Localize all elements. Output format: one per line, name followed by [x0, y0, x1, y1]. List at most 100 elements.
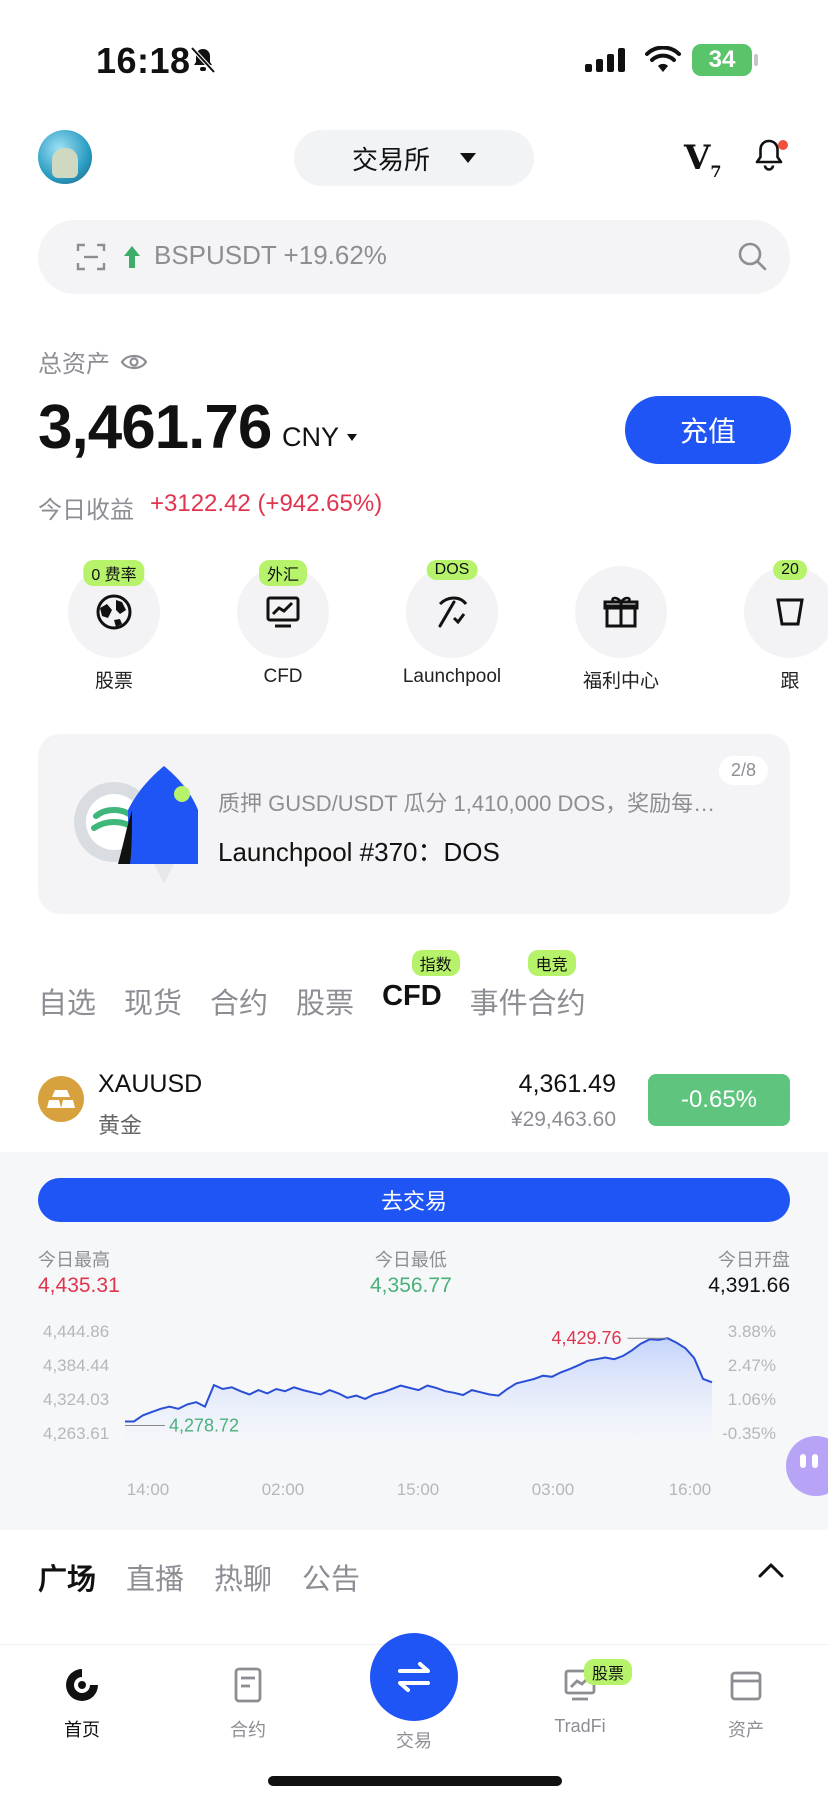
stat-low-value: 4,356.77 [370, 1274, 452, 1297]
quick-action-rewards[interactable]: 福利中心 [575, 566, 667, 696]
battery-level: 34 [708, 46, 736, 73]
stat-high: 今日最高 4,435.31 [38, 1246, 120, 1298]
tab-stocks[interactable]: 股票 [296, 980, 354, 1022]
caret-down-icon [460, 153, 476, 163]
gold-bar-icon [38, 1076, 84, 1122]
nav-label: 合约 [230, 1720, 266, 1740]
chevron-up-icon[interactable] [756, 1560, 786, 1580]
tab-cfd-label: CFD [382, 980, 442, 1012]
vip-label: V [684, 138, 711, 178]
stat-open-value: 4,391.66 [708, 1274, 790, 1297]
total-assets-label: 总资产 [38, 344, 148, 379]
tab-spot[interactable]: 现货 [124, 980, 182, 1022]
quick-action-badge: 0 费率 [83, 560, 145, 586]
tab-event-label: 事件合约 [469, 988, 586, 1020]
search-icon[interactable] [736, 240, 768, 272]
chat-bubble-button[interactable] [786, 1436, 828, 1496]
nav-label: TradFi [554, 1716, 606, 1736]
trend-up-icon [124, 246, 140, 268]
x-tick-label: 02:00 [262, 1480, 305, 1499]
x-tick-label: 16:00 [669, 1480, 712, 1499]
nav-trade[interactable]: 交易 [354, 1633, 474, 1753]
nav-badge: 股票 [584, 1659, 633, 1685]
ticker-price: 4,361.49 [518, 1070, 616, 1098]
currency-selector[interactable]: CNY [282, 422, 358, 453]
scan-icon[interactable] [76, 242, 106, 272]
tab-cfd[interactable]: CFD 指数 [382, 950, 460, 1022]
today-pnl-label: 今日收益 [38, 497, 134, 524]
total-assets-value: 3,461.76 [38, 393, 272, 462]
nav-label: 资产 [728, 1720, 764, 1740]
tab-event-contracts[interactable]: 事件合约 电竞 [469, 950, 586, 1022]
currency-label: CNY [282, 422, 340, 452]
swap-icon [398, 1662, 430, 1692]
nav-futures[interactable]: 合约 [188, 1665, 308, 1742]
nav-home[interactable]: 首页 [22, 1665, 142, 1742]
tab-square[interactable]: 广场 [38, 1556, 96, 1598]
gift-icon [603, 596, 639, 628]
assets-label-text: 总资产 [38, 351, 110, 378]
quick-action-launchpool[interactable]: DOS Launchpool [403, 560, 501, 696]
ticker-name: 黄金 [98, 1113, 143, 1138]
nav-label: 交易 [396, 1731, 432, 1751]
quick-action-label: 福利中心 [582, 671, 659, 692]
stat-high-label: 今日最高 [38, 1250, 110, 1270]
bell-off-icon [190, 46, 216, 74]
change-badge[interactable]: -0.65% [648, 1074, 790, 1126]
quick-action-label: Launchpool [402, 666, 502, 687]
go-trade-button[interactable]: 去交易 [38, 1178, 790, 1222]
battery-indicator: 34 [692, 44, 752, 76]
stat-low: 今日最低 4,356.77 [370, 1246, 452, 1298]
globe-icon [96, 594, 132, 630]
trade-fab[interactable] [370, 1633, 458, 1721]
y-tick-label: 4,324.03 [43, 1390, 109, 1409]
y-tick-label-right: 1.06% [728, 1390, 776, 1409]
tab-favorites[interactable]: 自选 [38, 980, 96, 1022]
eye-icon[interactable] [120, 352, 148, 372]
wallet-icon [730, 1671, 762, 1701]
tab-live[interactable]: 直播 [126, 1556, 184, 1598]
nav-assets[interactable]: 资产 [686, 1665, 806, 1742]
nav-tradfi[interactable]: 股票 TradFi [520, 1659, 640, 1737]
tab-badge: 电竞 [527, 950, 576, 976]
quick-action-label: CFD [263, 666, 303, 687]
chat-bubble-icon [800, 1454, 818, 1468]
copy-trade-icon [776, 598, 804, 626]
launchpool-banner[interactable]: 质押 GUSD/USDT 瓜分 1,410,000 DOS，奖励每… Launc… [38, 734, 790, 914]
x-tick-label: 15:00 [397, 1480, 440, 1499]
stat-open-label: 今日开盘 [718, 1250, 790, 1270]
vip-level: 7 [710, 161, 722, 181]
min-annotation: 4,278.72 [169, 1416, 239, 1436]
tab-announcements[interactable]: 公告 [302, 1556, 360, 1598]
ticker-symbol[interactable]: XAUUSD [98, 1070, 202, 1099]
y-tick-label-right: -0.35% [722, 1424, 776, 1443]
exchange-switcher[interactable]: 交易所 [294, 130, 534, 186]
quick-action-cfd[interactable]: 外汇 CFD [237, 560, 329, 696]
tab-futures[interactable]: 合约 [210, 980, 268, 1022]
deposit-button[interactable]: 充值 [625, 396, 791, 464]
wifi-icon [645, 46, 681, 72]
x-tick-label: 03:00 [532, 1480, 575, 1499]
rocket-coin-illustration [74, 766, 198, 884]
x-tick-label: 14:00 [127, 1480, 170, 1499]
y-tick-label-right: 2.47% [728, 1356, 776, 1375]
y-tick-label-right: 3.88% [728, 1322, 776, 1341]
home-indicator [268, 1776, 562, 1786]
avatar[interactable] [38, 130, 92, 184]
search-bar[interactable]: BSPUSDT +19.62% [38, 220, 790, 294]
quick-action-copy-trade[interactable]: 20 跟 [744, 560, 828, 696]
chart-monitor-icon [266, 596, 300, 628]
pickaxe-icon [438, 596, 468, 628]
cellular-signal-icon [585, 48, 625, 72]
vip-badge[interactable]: V7 [684, 138, 722, 181]
stat-high-value: 4,435.31 [38, 1274, 120, 1297]
tab-hot-chat[interactable]: 热聊 [214, 1556, 272, 1598]
price-chart[interactable]: 4,444.86 4,384.44 4,324.03 4,263.61 3.88% 2.4… [0, 1302, 828, 1530]
quick-action-stocks[interactable]: 0 费率 股票 [68, 560, 160, 696]
stat-low-label: 今日最低 [374, 1250, 447, 1270]
y-tick-label: 4,444.86 [43, 1322, 109, 1341]
y-tick-label: 4,384.44 [43, 1356, 109, 1375]
max-annotation: 4,429.76 [551, 1328, 621, 1348]
quick-action-icon-wrap [575, 566, 667, 658]
search-trending-text: BSPUSDT +19.62% [154, 240, 387, 270]
